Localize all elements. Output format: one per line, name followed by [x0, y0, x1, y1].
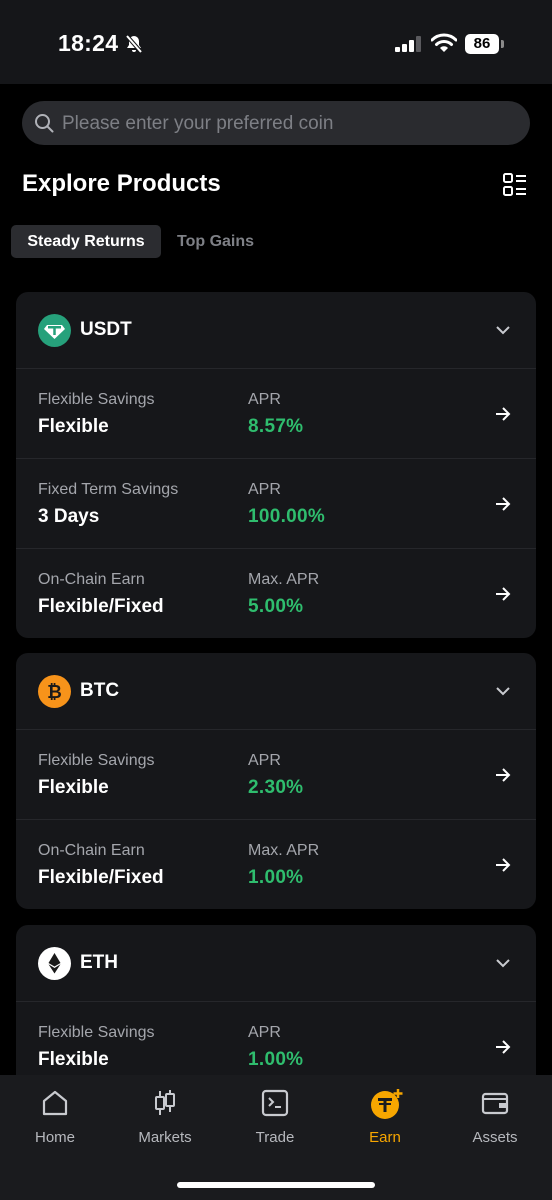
apr-label: APR [248, 752, 281, 769]
wifi-icon [430, 33, 458, 58]
apr-value: 5.00% [248, 596, 304, 617]
nav-earn[interactable]: Earn [330, 1075, 440, 1155]
product-card-usdt: USDT Flexible Savings Flexible APR 8.57%… [16, 292, 536, 638]
tab-steady-returns[interactable]: Steady Returns [11, 225, 161, 258]
battery-icon [501, 40, 504, 48]
eth-coin-icon [38, 947, 71, 980]
chevron-down-icon[interactable] [495, 956, 511, 974]
candlestick-icon [155, 1090, 175, 1115]
svg-text:₿: ₿ [47, 682, 62, 702]
product-card-btc: ₿ BTC Flexible Savings Flexible APR 2.30… [16, 653, 536, 909]
cellular-signal-icon [395, 36, 423, 57]
nav-label: Markets [138, 1129, 192, 1146]
apr-value: 2.30% [248, 777, 304, 798]
earn-icon [371, 1089, 403, 1119]
apr-value: 1.00% [248, 867, 304, 888]
nav-label: Earn [369, 1129, 401, 1146]
battery-level: 86 [465, 34, 499, 54]
usdt-coin-icon [38, 314, 71, 347]
apr-label: APR [248, 481, 281, 498]
apr-value: 100.00% [248, 506, 326, 527]
status-time: 18:24 [58, 30, 119, 56]
coin-name: USDT [80, 319, 132, 340]
product-card-eth: ETH Flexible Savings Flexible APR 1.00% [16, 925, 536, 1100]
product-row[interactable]: On-Chain Earn Flexible/Fixed Max. APR 1.… [16, 820, 536, 909]
apr-value: 8.57% [248, 416, 304, 437]
product-term: Flexible/Fixed [38, 867, 164, 888]
arrow-right-icon[interactable] [494, 856, 512, 879]
product-row[interactable]: Flexible Savings Flexible APR 2.30% [16, 730, 536, 820]
product-row[interactable]: On-Chain Earn Flexible/Fixed Max. APR 5.… [16, 549, 536, 638]
apr-label: APR [248, 391, 281, 408]
arrow-right-icon[interactable] [494, 1038, 512, 1061]
product-row[interactable]: Flexible Savings Flexible APR 8.57% [16, 369, 536, 459]
trade-icon [261, 1089, 289, 1117]
arrow-right-icon[interactable] [494, 405, 512, 428]
product-term: Flexible [38, 1049, 109, 1070]
apr-value: 1.00% [248, 1049, 304, 1070]
coin-name: ETH [80, 952, 118, 973]
btc-coin-icon: ₿ [38, 675, 71, 708]
product-type-label: On-Chain Earn [38, 842, 145, 859]
product-term: Flexible [38, 416, 109, 437]
apr-label: APR [248, 1024, 281, 1041]
card-header[interactable]: ₿ BTC [16, 653, 536, 730]
nav-home[interactable]: Home [0, 1075, 110, 1155]
product-type-label: Flexible Savings [38, 752, 155, 769]
search-bar[interactable] [22, 101, 530, 147]
nav-label: Assets [472, 1129, 518, 1146]
nav-label: Home [34, 1129, 75, 1146]
coin-name: BTC [80, 680, 120, 701]
search-icon [35, 114, 54, 133]
product-type-label: On-Chain Earn [38, 571, 145, 588]
page-title: Explore Products [22, 170, 221, 197]
product-type-label: Fixed Term Savings [38, 481, 179, 498]
product-type-label: Flexible Savings [38, 391, 155, 408]
apr-label: Max. APR [248, 842, 320, 859]
product-row[interactable]: Fixed Term Savings 3 Days APR 100.00% [16, 459, 536, 549]
wallet-icon [481, 1092, 509, 1115]
product-term: 3 Days [38, 506, 100, 527]
bell-muted-icon [124, 34, 144, 59]
nav-assets[interactable]: Assets [440, 1075, 550, 1155]
product-type-label: Flexible Savings [38, 1024, 155, 1041]
nav-label: Trade [255, 1129, 295, 1146]
chevron-down-icon[interactable] [495, 684, 511, 702]
tab-top-gains[interactable]: Top Gains [177, 225, 254, 258]
product-term: Flexible [38, 777, 109, 798]
chevron-down-icon[interactable] [495, 323, 511, 341]
arrow-right-icon[interactable] [494, 585, 512, 608]
card-header[interactable]: USDT [16, 292, 536, 369]
nav-trade[interactable]: Trade [220, 1075, 330, 1155]
home-icon [42, 1090, 68, 1116]
nav-markets[interactable]: Markets [110, 1075, 220, 1155]
arrow-right-icon[interactable] [494, 766, 512, 789]
search-input[interactable] [60, 101, 524, 147]
list-view-icon[interactable] [503, 173, 527, 202]
status-bar: 18:24 86 [0, 0, 552, 84]
apr-label: Max. APR [248, 571, 320, 588]
arrow-right-icon[interactable] [494, 495, 512, 518]
card-header[interactable]: ETH [16, 925, 536, 1002]
home-indicator [177, 1182, 375, 1188]
product-term: Flexible/Fixed [38, 596, 164, 617]
